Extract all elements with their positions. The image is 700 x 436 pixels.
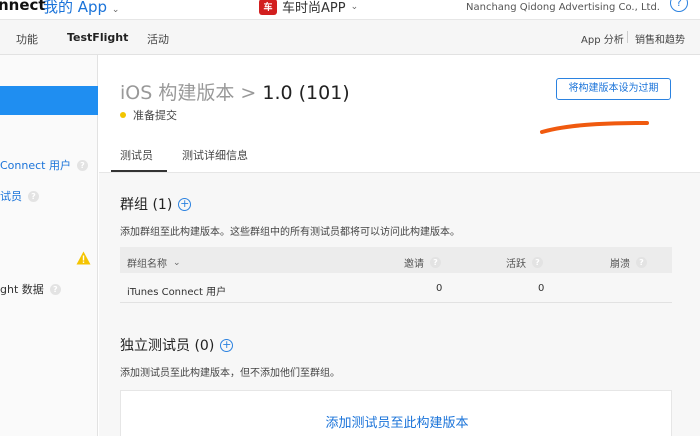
column-label: 崩溃 — [610, 259, 630, 270]
page-title: iOS 构建版本 > 1.0 (101) — [120, 78, 350, 105]
tab-sales-trends[interactable]: 销售和趋势 — [635, 31, 685, 46]
build-version: 1.0 (101) — [262, 82, 350, 104]
individual-testers-description: 添加测试员至此构建版本，但不添加他们至群组。 — [120, 368, 340, 379]
help-icon[interactable]: ? — [76, 159, 88, 171]
add-testers-link[interactable]: 添加测试员至此构建版本 — [121, 412, 673, 431]
active-cell: 0 — [538, 283, 545, 294]
help-icon[interactable]: ? — [636, 257, 647, 268]
group-name-cell: iTunes Connect 用户 — [127, 287, 227, 298]
chevron-down-icon: ⌄ — [173, 257, 181, 268]
groups-description: 添加群组至此构建版本。这些群组中的所有测试员都将可以访问此构建版本。 — [120, 227, 460, 238]
individual-testers-title: 独立测试员 (0) — [120, 338, 215, 354]
column-label: 群组名称 — [127, 259, 167, 270]
column-label: 邀请 — [404, 259, 424, 270]
tab-features[interactable]: 功能 — [16, 31, 38, 47]
table-header: 群组名称 ⌄ 邀请? 活跃? 崩溃? — [120, 247, 672, 273]
sidebar: Connect 用户 ? 试员 ? ght 数据 ? — [0, 55, 98, 436]
groups-heading: 群组 (1) + — [120, 194, 192, 214]
individual-testers-heading: 独立测试员 (0) + — [120, 335, 234, 355]
tab-divider — [627, 31, 628, 43]
help-icon[interactable]: ? — [28, 190, 39, 202]
active-tab-indicator — [111, 170, 167, 172]
my-app-label: 我的 App — [43, 0, 108, 16]
app-logo: 车 — [259, 0, 277, 15]
status-indicator: 准备提交 — [120, 107, 177, 123]
column-header-active: 活跃? — [506, 255, 543, 270]
column-header-crashes: 崩溃? — [610, 255, 647, 270]
help-icon[interactable]: ? — [532, 257, 543, 268]
annotation-stroke — [540, 121, 649, 134]
company-name: Nanchang Qidong Advertising Co., Ltd. — [466, 2, 660, 13]
help-icon[interactable]: ? — [430, 257, 441, 268]
sub-tab-bar: 测试员 测试详细信息 — [99, 135, 700, 173]
sidebar-item-testflight-data[interactable]: ght 数据 ? — [0, 281, 61, 297]
help-icon[interactable]: ? — [670, 0, 688, 12]
tab-app-analytics[interactable]: App 分析 — [581, 31, 624, 46]
tab-testers[interactable]: 测试员 — [120, 147, 153, 163]
status-dot — [120, 112, 126, 118]
add-testers-box: 添加测试员至此构建版本 — [120, 390, 672, 436]
tab-activity[interactable]: 活动 — [147, 31, 169, 47]
invites-cell: 0 — [436, 283, 443, 294]
brand-title: nnect — [0, 0, 46, 14]
tab-test-details[interactable]: 测试详细信息 — [182, 147, 248, 163]
main-panel: iOS 构建版本 > 1.0 (101) 准备提交 将构建版本设为过期 测试员 … — [99, 55, 700, 436]
sidebar-item-active[interactable] — [0, 86, 98, 115]
breadcrumb-separator: > — [240, 82, 257, 104]
app-switcher[interactable]: 车 车时尚APP ⌄ — [259, 0, 358, 16]
sidebar-item-label: Connect 用户 — [0, 159, 71, 172]
column-header-invites: 邀请? — [404, 255, 441, 270]
sidebar-item-connect-users[interactable]: Connect 用户 ? — [0, 157, 88, 173]
warning-icon — [76, 251, 91, 265]
groups-title: 群组 (1) — [120, 197, 173, 213]
help-icon[interactable]: ? — [49, 283, 61, 295]
sidebar-item-testers[interactable]: 试员 ? — [0, 188, 39, 204]
add-group-icon[interactable]: + — [178, 197, 192, 211]
table-row[interactable]: iTunes Connect 用户 0 0 — [120, 273, 672, 303]
main-tab-bar: 功能 TestFlight 活动 App 分析 销售和趋势 — [0, 20, 700, 55]
top-bar: nnect 我的 App ⌄ 车 车时尚APP ⌄ Nanchang Qidon… — [0, 0, 700, 20]
status-text: 准备提交 — [133, 109, 177, 122]
tab-testflight[interactable]: TestFlight — [67, 31, 128, 44]
my-app-menu[interactable]: 我的 App ⌄ — [43, 0, 119, 17]
column-header-group-name[interactable]: 群组名称 ⌄ — [127, 255, 181, 271]
chevron-down-icon: ⌄ — [350, 1, 359, 12]
column-label: 活跃 — [506, 259, 526, 270]
add-tester-icon[interactable]: + — [220, 338, 234, 352]
chevron-down-icon: ⌄ — [111, 5, 120, 15]
build-title-prefix: iOS 构建版本 — [120, 82, 235, 104]
sidebar-item-label: ght 数据 — [0, 283, 44, 296]
sidebar-item-label: 试员 — [0, 190, 22, 203]
expire-build-button[interactable]: 将构建版本设为过期 — [556, 78, 671, 100]
app-name: 车时尚APP — [282, 1, 346, 16]
